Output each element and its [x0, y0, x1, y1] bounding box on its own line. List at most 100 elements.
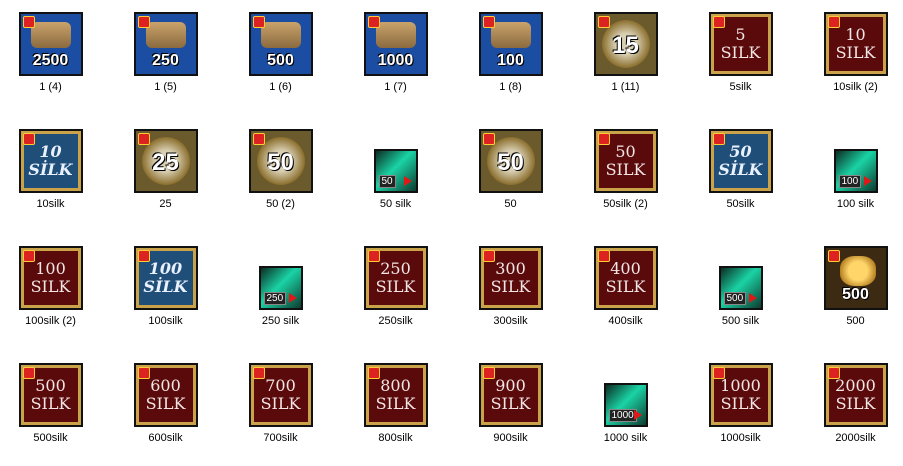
file-item[interactable]: 300 SILK 300silk — [453, 234, 568, 349]
file-thumbnail: 50 — [373, 149, 418, 193]
file-item[interactable]: 50 50 silk — [338, 117, 453, 232]
file-item[interactable]: 2500 1 (4) — [0, 0, 108, 115]
file-item[interactable]: 50 SILK 50silk (2) — [568, 117, 683, 232]
file-item[interactable]: 1000 1000 silk — [568, 351, 683, 466]
file-name: 1 (8) — [499, 81, 522, 93]
file-thumbnail: 250 — [258, 266, 303, 310]
file-item[interactable]: 50 50 (2) — [223, 117, 338, 232]
file-thumbnail: 250 SILK — [363, 246, 428, 310]
file-name: 600silk — [148, 432, 183, 444]
badge-icon — [712, 133, 725, 145]
file-thumbnail: 250 — [133, 12, 198, 76]
file-thumbnail: 10 SİLK — [18, 129, 83, 193]
file-item[interactable]: 900 SILK 900silk — [453, 351, 568, 466]
file-item[interactable]: 500 500 silk — [683, 234, 798, 349]
ticket-label: 1000 — [608, 409, 637, 422]
file-thumbnail: 1000 — [603, 383, 648, 427]
file-thumbnail: 900 SILK — [478, 363, 543, 427]
badge-icon — [22, 133, 35, 145]
badge-icon — [22, 367, 35, 379]
file-thumbnail: 500 — [718, 266, 763, 310]
file-name: 50silk — [726, 198, 755, 210]
file-thumbnail: 1000 — [363, 12, 428, 76]
file-item[interactable]: 700 SILK 700silk — [223, 351, 338, 466]
file-item[interactable]: 100 SİLK 100silk — [108, 234, 223, 349]
file-item[interactable]: 250 SILK 250silk — [338, 234, 453, 349]
arrow-icon — [403, 176, 412, 186]
file-item[interactable]: 50 50 — [453, 117, 568, 232]
file-name: 100silk (2) — [25, 315, 76, 327]
badge-icon — [252, 367, 265, 379]
file-thumbnail: 1000 SILK — [708, 363, 773, 427]
file-item[interactable]: 400 SILK 400silk — [568, 234, 683, 349]
badge-icon — [137, 250, 150, 262]
file-name: 50silk (2) — [603, 198, 648, 210]
file-name: 250 silk — [261, 315, 300, 327]
file-item[interactable]: 5 SILK 5silk — [683, 0, 798, 115]
badge-icon — [827, 367, 840, 379]
icon-number: 50 — [497, 149, 524, 176]
file-thumbnail: 5 SILK — [708, 12, 773, 76]
file-name: 1 (4) — [39, 81, 62, 93]
file-item[interactable]: 1000 1 (7) — [338, 0, 453, 115]
badge-icon — [597, 133, 610, 145]
arrow-icon — [288, 293, 297, 303]
badge-icon — [827, 250, 840, 262]
file-thumbnail: 500 — [248, 12, 313, 76]
scroll-icon — [375, 22, 416, 48]
badge-icon — [137, 16, 150, 28]
file-thumbnail: 50 SİLK — [708, 129, 773, 193]
file-thumbnail: 500 — [823, 246, 888, 310]
arrow-icon — [633, 410, 642, 420]
file-item[interactable]: 500 SILK 500silk — [0, 351, 108, 466]
file-item[interactable]: 10 SILK 10silk (2) — [798, 0, 903, 115]
file-thumbnail: 100 SILK — [18, 246, 83, 310]
icon-number: 50 — [267, 149, 294, 176]
file-thumbnail: 100 — [833, 149, 878, 193]
file-name: 1 (7) — [384, 81, 407, 93]
badge-icon — [252, 133, 265, 145]
file-thumbnail: 2000 SILK — [823, 363, 888, 427]
file-name: 10silk (2) — [833, 81, 878, 93]
file-name: 250silk — [378, 315, 413, 327]
scroll-icon — [145, 22, 186, 48]
file-item[interactable]: 100 SILK 100silk (2) — [0, 234, 108, 349]
file-item[interactable]: 500 1 (6) — [223, 0, 338, 115]
file-item[interactable]: 250 250 silk — [223, 234, 338, 349]
file-name: 50 (2) — [266, 198, 295, 210]
file-item[interactable]: 800 SILK 800silk — [338, 351, 453, 466]
file-name: 2000silk — [835, 432, 876, 444]
file-item[interactable]: 1000 SILK 1000silk — [683, 351, 798, 466]
icon-number: 100 — [497, 52, 524, 69]
file-item[interactable]: 500 500 — [798, 234, 903, 349]
file-name: 700silk — [263, 432, 298, 444]
badge-icon — [712, 16, 725, 28]
badge-icon — [827, 16, 840, 28]
file-item[interactable]: 600 SILK 600silk — [108, 351, 223, 466]
file-thumbnail: 600 SILK — [133, 363, 198, 427]
file-name: 25 — [159, 198, 172, 210]
file-name: 500silk — [33, 432, 68, 444]
badge-icon — [482, 16, 495, 28]
badge-icon — [712, 367, 725, 379]
file-name: 100silk — [148, 315, 183, 327]
badge-icon — [367, 16, 380, 28]
file-item[interactable]: 25 25 — [108, 117, 223, 232]
file-name: 50 — [504, 198, 517, 210]
file-item[interactable]: 2000 SILK 2000silk — [798, 351, 903, 466]
file-item[interactable]: 10 SİLK 10silk — [0, 117, 108, 232]
file-item[interactable]: 250 1 (5) — [108, 0, 223, 115]
file-item[interactable]: 50 SİLK 50silk — [683, 117, 798, 232]
file-item[interactable]: 15 1 (11) — [568, 0, 683, 115]
icon-number: 25 — [152, 149, 179, 176]
file-name: 50 silk — [379, 198, 412, 210]
badge-icon — [137, 367, 150, 379]
file-item[interactable]: 100 1 (8) — [453, 0, 568, 115]
file-name: 300silk — [493, 315, 528, 327]
badge-icon — [252, 16, 265, 28]
file-item[interactable]: 100 100 silk — [798, 117, 903, 232]
file-thumbnail: 50 — [478, 129, 543, 193]
badge-icon — [22, 16, 35, 28]
file-name: 1000 silk — [603, 432, 648, 444]
icon-number: 15 — [612, 32, 639, 59]
